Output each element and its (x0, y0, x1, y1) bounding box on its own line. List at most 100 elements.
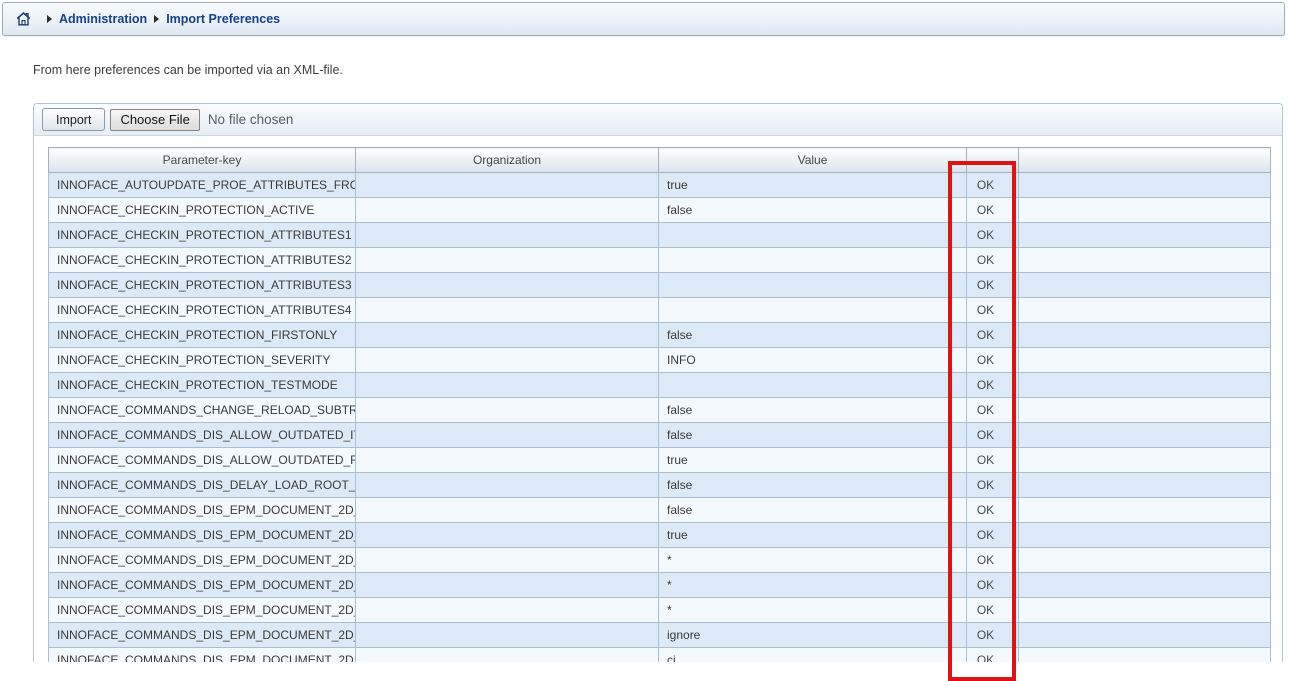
cell-extra (1019, 248, 1271, 273)
cell-organization (356, 573, 659, 598)
table-row[interactable]: INNOFACE_CHECKIN_PROTECTION_ATTRIBUTES3 … (49, 273, 1271, 298)
cell-organization (356, 323, 659, 348)
import-preferences-panel: Import Choose File No file chosen Parame… (33, 103, 1283, 662)
cell-status: OK (967, 548, 1019, 573)
preferences-grid: Parameter-key Organization Value INNOFAC… (48, 147, 1282, 662)
column-header-extra (1019, 148, 1271, 173)
cell-value: ignore (659, 623, 967, 648)
table-row[interactable]: INNOFACE_COMMANDS_DIS_EPM_DOCUMENT_2D_C0… (49, 498, 1271, 523)
cell-parameter-key: INNOFACE_COMMANDS_DIS_DELAY_LOAD_ROOT_RE… (49, 473, 356, 498)
cell-status: OK (967, 423, 1019, 448)
table-row[interactable]: INNOFACE_COMMANDS_DIS_DELAY_LOAD_ROOT_RE… (49, 473, 1271, 498)
cell-extra (1019, 173, 1271, 198)
cell-extra (1019, 573, 1271, 598)
home-icon[interactable] (16, 12, 31, 26)
table-row[interactable]: INNOFACE_COMMANDS_DIS_EPM_DOCUMENT_2D_C1… (49, 523, 1271, 548)
breadcrumb-item-import-preferences[interactable]: Import Preferences (166, 13, 280, 26)
cell-organization (356, 298, 659, 323)
column-header-organization[interactable]: Organization (356, 148, 659, 173)
table-row[interactable]: INNOFACE_CHECKIN_PROTECTION_TESTMODE OK (49, 373, 1271, 398)
grid-header-row: Parameter-key Organization Value (49, 148, 1271, 173)
cell-extra (1019, 548, 1271, 573)
breadcrumb: Administration Import Preferences (2, 2, 1285, 36)
cell-value: * (659, 598, 967, 623)
cell-parameter-key: INNOFACE_COMMANDS_DIS_EPM_DOCUMENT_2D_C1 (49, 523, 356, 548)
table-row[interactable]: INNOFACE_CHECKIN_PROTECTION_ATTRIBUTES2 … (49, 248, 1271, 273)
import-button[interactable]: Import (42, 108, 105, 131)
cell-value (659, 223, 967, 248)
cell-value: false (659, 398, 967, 423)
cell-organization (356, 248, 659, 273)
intro-text: From here preferences can be imported vi… (33, 63, 343, 77)
table-row[interactable]: INNOFACE_COMMANDS_DIS_EPM_DOCUMENT_2D_C1… (49, 598, 1271, 623)
cell-organization (356, 223, 659, 248)
cell-organization (356, 498, 659, 523)
table-row[interactable]: INNOFACE_COMMANDS_DIS_EPM_DOCUMENT_2D_C1… (49, 548, 1271, 573)
cell-parameter-key: INNOFACE_COMMANDS_DIS_ALLOW_OUTDATED_ITE… (49, 423, 356, 448)
table-row[interactable]: INNOFACE_COMMANDS_CHANGE_RELOAD_SUBTREE … (49, 398, 1271, 423)
cell-extra (1019, 423, 1271, 448)
cell-organization (356, 348, 659, 373)
cell-parameter-key: INNOFACE_CHECKIN_PROTECTION_TESTMODE (49, 373, 356, 398)
cell-organization (356, 648, 659, 663)
cell-parameter-key: INNOFACE_COMMANDS_CHANGE_RELOAD_SUBTREE (49, 398, 356, 423)
table-row[interactable]: INNOFACE_COMMANDS_DIS_EPM_DOCUMENT_2D_C1… (49, 573, 1271, 598)
cell-value (659, 273, 967, 298)
cell-organization (356, 273, 659, 298)
cell-extra (1019, 498, 1271, 523)
table-row[interactable]: INNOFACE_CHECKIN_PROTECTION_SEVERITY INF… (49, 348, 1271, 373)
cell-organization (356, 598, 659, 623)
table-row[interactable]: INNOFACE_CHECKIN_PROTECTION_ACTIVE false… (49, 198, 1271, 223)
table-row[interactable]: INNOFACE_COMMANDS_DIS_ALLOW_OUTDATED_ITE… (49, 423, 1271, 448)
breadcrumb-arrow-icon (47, 15, 52, 23)
cell-value: true (659, 523, 967, 548)
cell-organization (356, 473, 659, 498)
cell-extra (1019, 473, 1271, 498)
cell-status: OK (967, 523, 1019, 548)
cell-value: true (659, 173, 967, 198)
cell-extra (1019, 223, 1271, 248)
cell-value: false (659, 423, 967, 448)
breadcrumb-item-administration[interactable]: Administration (59, 13, 147, 26)
cell-status: OK (967, 273, 1019, 298)
column-header-parameter-key[interactable]: Parameter-key (49, 148, 356, 173)
table-row[interactable]: INNOFACE_CHECKIN_PROTECTION_FIRSTONLY fa… (49, 323, 1271, 348)
cell-status: OK (967, 223, 1019, 248)
cell-parameter-key: INNOFACE_CHECKIN_PROTECTION_FIRSTONLY (49, 323, 356, 348)
breadcrumb-arrow-icon (154, 15, 159, 23)
cell-status: OK (967, 398, 1019, 423)
table-row[interactable]: INNOFACE_COMMANDS_DIS_EPM_DOCUMENT_2D_C2… (49, 648, 1271, 663)
cell-organization (356, 423, 659, 448)
cell-status: OK (967, 498, 1019, 523)
cell-extra (1019, 273, 1271, 298)
file-chosen-status: No file chosen (208, 112, 294, 127)
table-row[interactable]: INNOFACE_COMMANDS_DIS_EPM_DOCUMENT_2D_C1… (49, 623, 1271, 648)
cell-status: OK (967, 173, 1019, 198)
cell-status: OK (967, 198, 1019, 223)
cell-extra (1019, 198, 1271, 223)
table-row[interactable]: INNOFACE_AUTOUPDATE_PROE_ATTRIBUTES_FROM… (49, 173, 1271, 198)
column-header-status[interactable] (967, 148, 1019, 173)
cell-extra (1019, 598, 1271, 623)
cell-organization (356, 198, 659, 223)
cell-parameter-key: INNOFACE_COMMANDS_DIS_EPM_DOCUMENT_2D_C1… (49, 573, 356, 598)
cell-status: OK (967, 248, 1019, 273)
table-row[interactable]: INNOFACE_CHECKIN_PROTECTION_ATTRIBUTES4 … (49, 298, 1271, 323)
cell-parameter-key: INNOFACE_COMMANDS_DIS_EPM_DOCUMENT_2D_C2 (49, 648, 356, 663)
cell-status: OK (967, 623, 1019, 648)
cell-organization (356, 523, 659, 548)
cell-value (659, 373, 967, 398)
table-row[interactable]: INNOFACE_COMMANDS_DIS_ALLOW_OUTDATED_REV… (49, 448, 1271, 473)
cell-status: OK (967, 473, 1019, 498)
cell-parameter-key: INNOFACE_CHECKIN_PROTECTION_SEVERITY (49, 348, 356, 373)
cell-status: OK (967, 348, 1019, 373)
choose-file-button[interactable]: Choose File (110, 109, 199, 131)
cell-extra (1019, 648, 1271, 663)
table-row[interactable]: INNOFACE_CHECKIN_PROTECTION_ATTRIBUTES1 … (49, 223, 1271, 248)
cell-organization (356, 548, 659, 573)
cell-extra (1019, 323, 1271, 348)
cell-organization (356, 448, 659, 473)
import-toolbar: Import Choose File No file chosen (34, 104, 1282, 136)
cell-extra (1019, 448, 1271, 473)
column-header-value[interactable]: Value (659, 148, 967, 173)
